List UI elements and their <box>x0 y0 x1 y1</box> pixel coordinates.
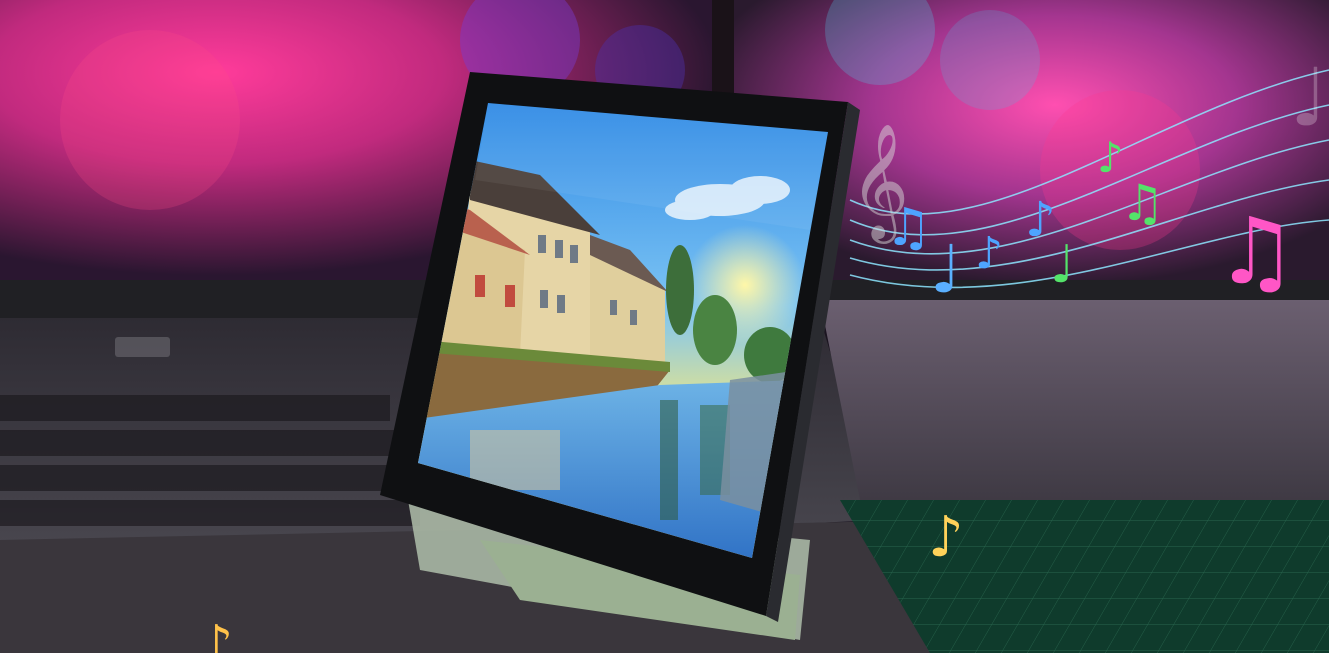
gold-bottom-note-icon: ♪ <box>200 615 233 653</box>
laptop-logo-plate <box>115 337 170 357</box>
tree-right <box>693 295 737 365</box>
blue-eighth-note-icon: ♩ <box>930 231 961 308</box>
treble-clef-icon-right: ♩ <box>1290 51 1328 144</box>
blue-small-note-icon: ♪ <box>975 228 1003 279</box>
green-small-note-icon: ♩ <box>1050 235 1075 295</box>
tree-tall <box>666 245 694 335</box>
green-beamed-note-icon: ♫ <box>1120 174 1165 232</box>
right-laptop-surface <box>820 300 1329 500</box>
blue-beamed-note-icon: ♫ <box>885 198 932 258</box>
photo-scene: 𝄞 ♩ ♫ ♩ ♪ ♪ ♪ ♫ ♩ ♫ ♪ ♪ <box>0 0 1329 653</box>
gold-note-icon: ♪ <box>928 505 964 570</box>
pink-beamed-note-icon: ♫ <box>1215 198 1297 305</box>
